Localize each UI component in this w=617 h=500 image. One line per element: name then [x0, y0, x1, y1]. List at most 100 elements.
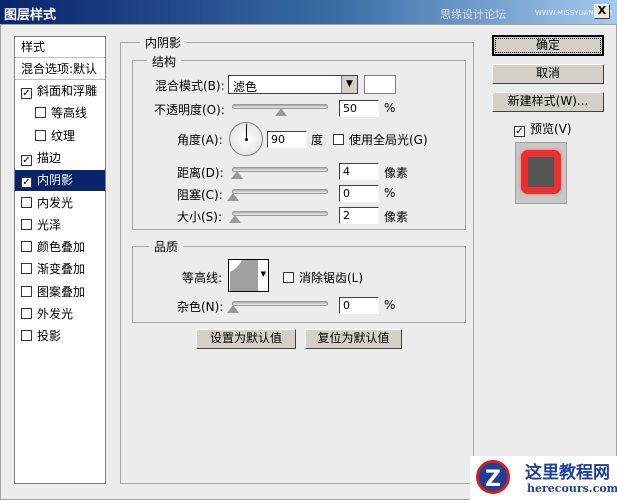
checkbox-checked-icon[interactable]: ✓: [21, 88, 32, 99]
opacity-slider-thumb[interactable]: [275, 108, 287, 116]
window-title: 图层样式: [4, 8, 57, 23]
distance-label: 距离(D):: [177, 166, 224, 180]
noise-input[interactable]: 0: [339, 297, 379, 314]
checkbox-checked-icon: ✓: [514, 126, 525, 137]
style-item-label: 斜面和浮雕: [37, 84, 98, 98]
checkbox-icon: [333, 134, 344, 145]
angle-dial[interactable]: [229, 122, 263, 156]
choke-slider[interactable]: [227, 189, 328, 201]
style-item-11[interactable]: 投影: [15, 326, 105, 347]
style-item-2[interactable]: 纹理: [15, 126, 105, 147]
preview-checkbox[interactable]: ✓ 预览(V): [514, 120, 572, 137]
contour-curve-icon: [230, 260, 258, 291]
choke-input[interactable]: 0: [339, 185, 379, 202]
logo-icon: Z: [476, 460, 510, 494]
checkbox-icon[interactable]: [21, 330, 32, 342]
antialias-label: 消除锯齿(L): [299, 271, 364, 285]
contour-label: 等高线:: [182, 271, 223, 285]
style-item-0[interactable]: ✓ 斜面和浮雕: [15, 81, 105, 102]
style-item-8[interactable]: 渐变叠加: [15, 259, 105, 280]
noise-slider[interactable]: [227, 301, 328, 313]
preview-thumbnail: [515, 142, 567, 204]
size-unit: 像素: [384, 210, 409, 224]
blend-mode-select[interactable]: 滤色 ▼: [228, 75, 358, 94]
structure-title: 结构: [147, 53, 182, 70]
preview-label: 预览(V): [530, 122, 572, 136]
style-item-label: 渐变叠加: [37, 262, 86, 277]
angle-input[interactable]: 90: [267, 131, 307, 148]
angle-unit: 度: [311, 133, 324, 147]
opacity-input[interactable]: 50: [339, 100, 379, 117]
style-item-label: 颜色叠加: [37, 240, 86, 255]
inner-shadow-title: 内阴影: [140, 34, 187, 51]
cancel-button[interactable]: 取消: [492, 64, 604, 84]
style-item-7[interactable]: 颜色叠加: [15, 237, 105, 258]
checkbox-icon[interactable]: [21, 218, 32, 230]
new-style-button[interactable]: 新建样式(W)...: [492, 92, 604, 112]
choke-unit: %: [384, 186, 396, 200]
checkbox-checked-icon[interactable]: ✓: [21, 154, 32, 166]
checkbox-icon[interactable]: [21, 308, 32, 319]
style-item-label: 光泽: [37, 217, 62, 232]
angle-label: 角度(A):: [177, 133, 223, 147]
distance-slider-thumb[interactable]: [231, 171, 243, 179]
size-label: 大小(S):: [177, 210, 223, 224]
style-item-label: 外发光: [37, 307, 74, 321]
style-item-1[interactable]: 等高线: [15, 103, 105, 124]
distance-input[interactable]: 4: [339, 163, 379, 180]
global-light-checkbox[interactable]: 使用全局光(G): [333, 131, 428, 148]
size-slider-thumb[interactable]: [229, 215, 241, 223]
style-item-3[interactable]: ✓ 描边: [15, 148, 105, 169]
chevron-down-icon: ▼: [341, 76, 357, 93]
checkbox-icon[interactable]: [35, 107, 46, 119]
opacity-slider[interactable]: [232, 104, 328, 116]
chevron-down-icon: ▼: [260, 270, 266, 278]
style-item-label: 等高线: [51, 106, 88, 121]
style-item-label: 内阴影: [37, 173, 74, 188]
color-swatch[interactable]: [364, 75, 396, 94]
blend-options-item[interactable]: 混合选项:默认: [15, 59, 105, 80]
title-bar: [0, 0, 617, 24]
checkbox-icon[interactable]: [21, 285, 32, 297]
global-light-label: 使用全局光(G): [349, 133, 428, 147]
site-logo: Z 这里教程网 herecours.com: [470, 456, 617, 500]
reset-default-button[interactable]: 复位为默认值: [305, 329, 402, 349]
contour-picker[interactable]: ▼: [228, 259, 269, 292]
noise-slider-thumb[interactable]: [227, 305, 239, 313]
checkbox-icon[interactable]: [35, 129, 46, 141]
checkbox-icon: [283, 272, 294, 283]
style-item-label: 图案叠加: [37, 284, 86, 299]
watermark: 思缘设计论坛: [440, 8, 506, 21]
style-item-label: 纹理: [51, 128, 76, 143]
quality-title: 品质: [149, 238, 184, 255]
style-item-5[interactable]: 内发光: [15, 193, 105, 214]
logo-url: herecours.com: [527, 482, 617, 495]
noise-unit: %: [384, 298, 396, 312]
style-item-4[interactable]: ✓ 内阴影: [15, 170, 105, 192]
blend-mode-label: 混合模式(B):: [155, 79, 225, 93]
checkbox-icon[interactable]: [21, 196, 32, 208]
style-list-header[interactable]: 样式: [15, 37, 105, 58]
style-item-6[interactable]: 光泽: [15, 215, 105, 236]
distance-slider[interactable]: [231, 167, 328, 179]
choke-slider-thumb[interactable]: [227, 193, 239, 201]
size-slider[interactable]: [229, 211, 328, 223]
checkbox-icon[interactable]: [21, 241, 32, 253]
style-item-label: 投影: [37, 329, 62, 344]
style-list: 样式 混合选项:默认 ✓ 斜面和浮雕 等高线 纹理 ✓ 描边 ✓ 内阴影 内发光 光泽 颜色叠加 渐变…: [14, 36, 106, 484]
choke-label: 阻塞(C):: [177, 188, 223, 202]
close-button[interactable]: X: [594, 4, 610, 19]
blend-mode-value: 滤色: [233, 80, 258, 94]
style-item-10[interactable]: 外发光: [15, 304, 105, 325]
make-default-button[interactable]: 设置为默认值: [196, 329, 296, 349]
distance-unit: 像素: [384, 166, 409, 180]
style-item-9[interactable]: 图案叠加: [15, 282, 105, 303]
size-input[interactable]: 2: [339, 207, 379, 224]
ok-button[interactable]: 确定: [492, 35, 604, 56]
checkbox-icon[interactable]: [21, 263, 32, 275]
antialias-checkbox[interactable]: 消除锯齿(L): [283, 269, 363, 286]
logo-name: 这里教程网: [525, 463, 610, 483]
noise-label: 杂色(N):: [177, 300, 224, 314]
opacity-unit: %: [384, 101, 396, 115]
checkbox-checked-icon[interactable]: ✓: [21, 177, 32, 189]
